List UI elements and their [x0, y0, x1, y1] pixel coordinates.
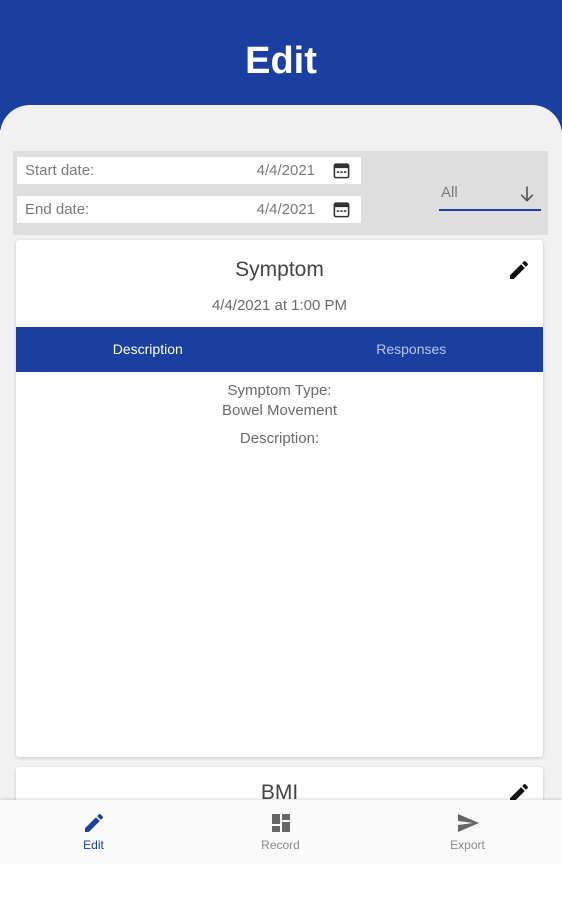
nav-item-export[interactable]: Export [374, 800, 561, 864]
pencil-icon[interactable] [507, 258, 531, 282]
tab-description[interactable]: Description [16, 327, 280, 372]
nav-label-export: Export [450, 838, 485, 852]
category-select-value: All [441, 184, 458, 201]
nav-item-record[interactable]: Record [187, 800, 374, 864]
card-tabbar: Description Responses [16, 327, 543, 372]
calendar-icon[interactable] [332, 161, 351, 180]
bottom-navigation: Edit Record Export [0, 800, 562, 864]
start-date-field[interactable]: Start date: 4/4/2021 [17, 157, 361, 184]
pencil-icon [84, 813, 103, 832]
page-title: Edit [245, 40, 317, 82]
card-title: Symptom [235, 258, 324, 281]
end-date-value: 4/4/2021 [256, 201, 315, 218]
bottom-blank-area [0, 864, 562, 912]
edit-screen: Edit Start date: 4/4/2021 End date: 4/4/… [0, 0, 562, 912]
start-date-value: 4/4/2021 [256, 162, 315, 179]
card-datetime: 4/4/2021 at 1:00 PM [211, 297, 348, 314]
description-label: Description: [239, 430, 320, 447]
content-sheet: Start date: 4/4/2021 End date: 4/4/2021 [0, 105, 562, 805]
grid-icon [271, 814, 290, 832]
send-icon [457, 814, 479, 832]
start-date-label: Start date: [25, 162, 95, 179]
entry-card-symptom[interactable]: Symptom 4/4/2021 at 1:00 PM Description … [16, 240, 543, 757]
end-date-field[interactable]: End date: 4/4/2021 [17, 196, 361, 223]
calendar-icon[interactable] [332, 200, 351, 219]
arrow-down-icon [520, 186, 534, 202]
nav-item-edit[interactable]: Edit [0, 800, 187, 864]
nav-label-edit: Edit [83, 838, 104, 852]
symptom-type-label: Symptom Type: [227, 382, 332, 399]
symptom-type-value: Bowel Movement [221, 402, 338, 419]
category-select[interactable]: All [439, 179, 541, 211]
nav-label-record: Record [261, 838, 300, 852]
end-date-label: End date: [25, 201, 90, 218]
filter-bar: Start date: 4/4/2021 End date: 4/4/2021 [13, 151, 548, 235]
tab-responses[interactable]: Responses [280, 327, 544, 372]
